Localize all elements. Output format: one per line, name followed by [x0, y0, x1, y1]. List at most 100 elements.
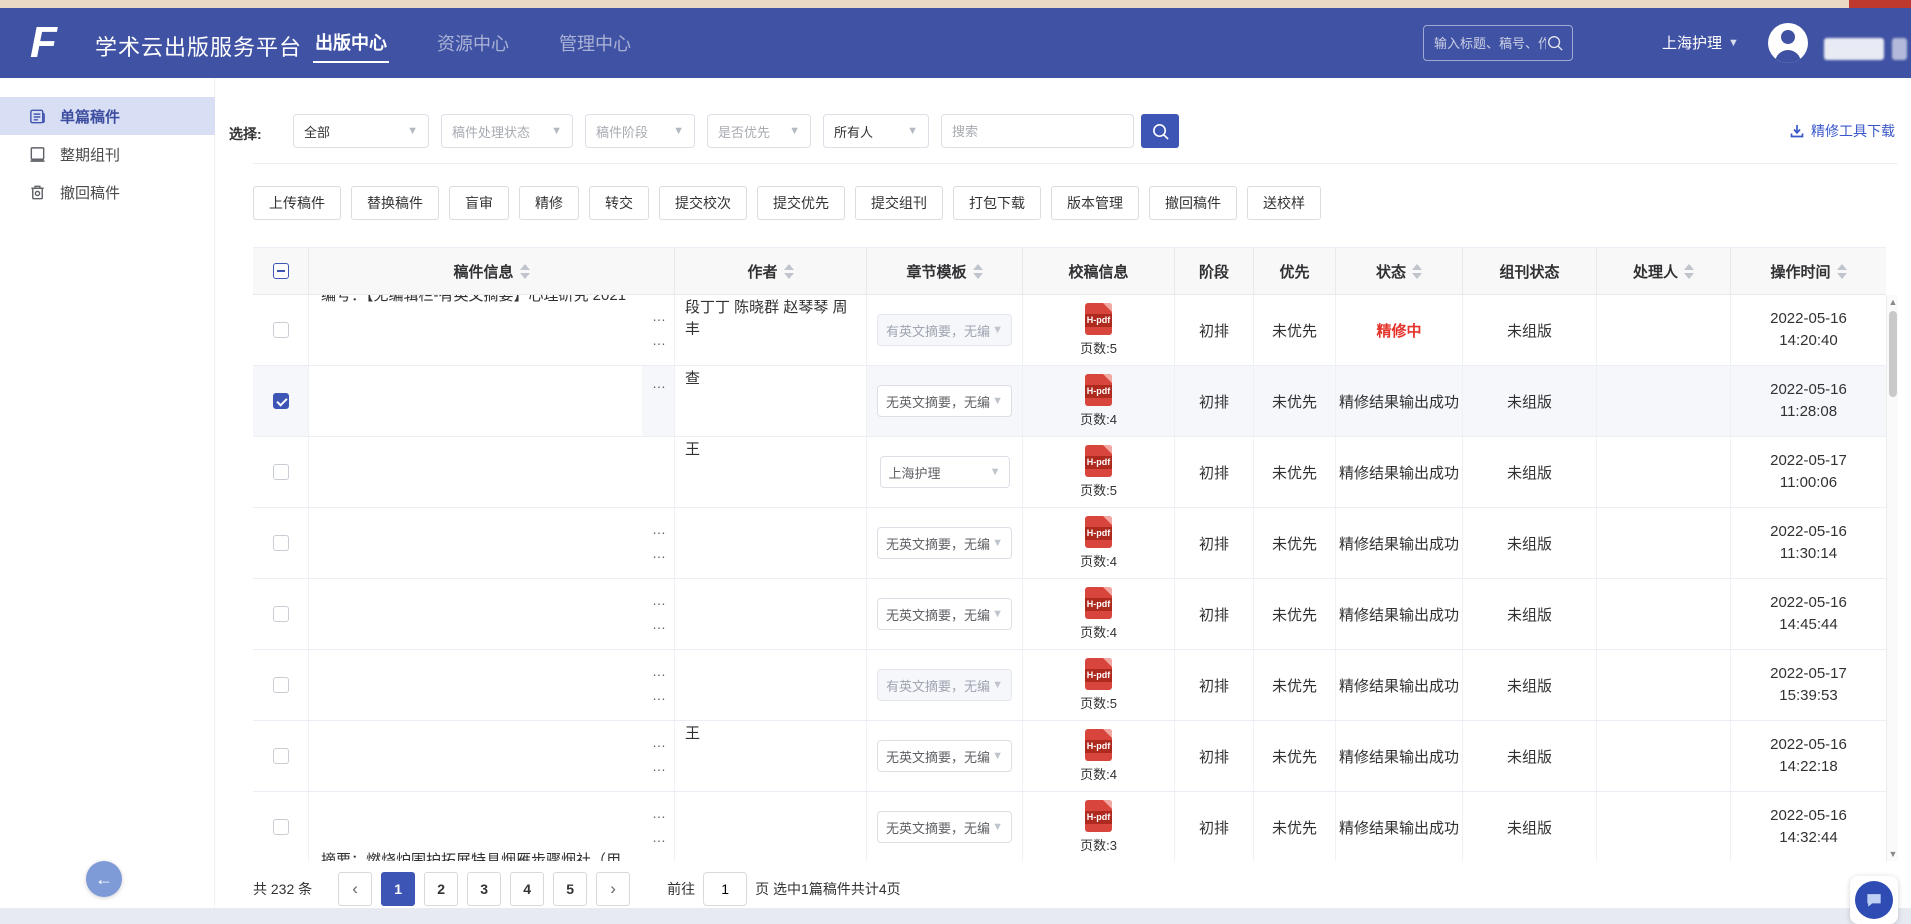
filter-search-input[interactable]	[941, 114, 1134, 148]
select-all-checkbox[interactable]	[273, 263, 289, 279]
goto-page-input[interactable]	[703, 872, 747, 906]
nav-item-1[interactable]: 出版中心	[313, 23, 389, 63]
action-button-5[interactable]: 转交	[589, 186, 649, 220]
chapter-template-select[interactable]: 无英文摘要，无编▼	[877, 811, 1012, 843]
sidebar-item-doc[interactable]: 单篇稿件	[0, 97, 215, 135]
action-button-3[interactable]: 盲审	[449, 186, 509, 220]
scroll-up-icon[interactable]: ▲	[1887, 297, 1899, 307]
row-checkbox[interactable]	[273, 819, 289, 835]
sort-caret-icon[interactable]	[973, 264, 983, 279]
action-button-11[interactable]: 撤回稿件	[1149, 186, 1237, 220]
chapter-template-select[interactable]: 无英文摘要，无编▼	[877, 527, 1012, 559]
author-fragment: 段丁丁 陈晓群 赵琴琴 周丰段	[685, 297, 860, 335]
page-button-4[interactable]: 4	[510, 872, 544, 906]
priority-cell-text: 未优先	[1272, 604, 1317, 625]
redaction-box	[675, 579, 866, 649]
sidebar-item-label: 撤回稿件	[60, 182, 120, 203]
chapter-template-select[interactable]: 无英文摘要，无编▼	[877, 385, 1012, 417]
sort-caret-icon[interactable]	[1837, 264, 1847, 279]
column-header-10[interactable]: 操作时间	[1731, 248, 1886, 294]
row-select-cell	[253, 295, 309, 365]
column-header-2[interactable]: 作者	[675, 248, 867, 294]
pdf-file-icon[interactable]: H-pdf	[1085, 587, 1112, 619]
action-button-7[interactable]: 提交优先	[757, 186, 845, 220]
nav-item-2[interactable]: 资源中心	[435, 24, 511, 62]
status-cell: 精修结果输出成功	[1336, 650, 1463, 720]
pdf-file-icon[interactable]: H-pdf	[1085, 445, 1112, 477]
page-button-5[interactable]: 5	[553, 872, 587, 906]
column-header-label: 操作时间	[1770, 261, 1830, 282]
sort-caret-icon[interactable]	[1684, 264, 1694, 279]
action-button-12[interactable]: 送校样	[1247, 186, 1321, 220]
org-switcher[interactable]: 上海护理 ▼	[1662, 32, 1739, 53]
action-button-4[interactable]: 精修	[519, 186, 579, 220]
chapter-template-value: 无英文摘要，无编	[886, 818, 990, 837]
user-avatar[interactable]	[1768, 23, 1808, 63]
status-cell: 精修中	[1336, 295, 1463, 365]
column-header-7[interactable]: 状态	[1336, 248, 1463, 294]
action-button-2[interactable]: 替换稿件	[351, 186, 439, 220]
pdf-file-icon[interactable]: H-pdf	[1085, 303, 1112, 335]
pdf-file-icon[interactable]: H-pdf	[1085, 800, 1112, 832]
pdf-file-icon[interactable]: H-pdf	[1085, 729, 1112, 761]
group-status-cell-text: 未组版	[1507, 462, 1552, 483]
table-scrollbar[interactable]: ▲ ▼	[1886, 295, 1898, 861]
prev-page-button[interactable]: ‹	[338, 872, 372, 906]
scroll-down-icon[interactable]: ▼	[1887, 849, 1899, 859]
filter-select-1[interactable]: 全部▼	[293, 114, 429, 148]
status-cell-text: 精修结果输出成功	[1339, 604, 1459, 625]
filter-select-5[interactable]: 所有人▼	[823, 114, 929, 148]
handler-cell	[1597, 295, 1731, 365]
filter-search-button[interactable]	[1141, 114, 1179, 148]
chat-bubble-icon	[1855, 881, 1893, 919]
page-count: 页数:4	[1080, 622, 1117, 641]
pdf-file-icon[interactable]: H-pdf	[1085, 516, 1112, 548]
redaction-box	[309, 437, 642, 507]
row-checkbox[interactable]	[273, 748, 289, 764]
page-button-3[interactable]: 3	[467, 872, 501, 906]
pdf-file-icon[interactable]: H-pdf	[1085, 658, 1112, 690]
page-button-1[interactable]: 1	[381, 872, 415, 906]
operation-time-cell: 2022-05-1614:20:40	[1731, 295, 1886, 365]
chat-widget-button[interactable]	[1850, 876, 1898, 924]
pdf-file-icon[interactable]: H-pdf	[1085, 374, 1112, 406]
filter-select-2[interactable]: 稿件处理状态▼	[441, 114, 573, 148]
row-checkbox[interactable]	[273, 606, 289, 622]
sort-caret-icon[interactable]	[520, 264, 530, 279]
column-header-3[interactable]: 章节模板	[867, 248, 1023, 294]
action-button-8[interactable]: 提交组刊	[855, 186, 943, 220]
app-title: 学术云出版服务平台	[95, 30, 302, 62]
chapter-template-select[interactable]: 无英文摘要，无编▼	[877, 598, 1012, 630]
column-header-1[interactable]: 稿件信息	[309, 248, 675, 294]
chapter-template-select[interactable]: 上海护理▼	[880, 456, 1010, 488]
row-checkbox[interactable]	[273, 677, 289, 693]
sidebar-item-book[interactable]: 整期组刊	[0, 135, 215, 173]
sort-caret-icon[interactable]	[1412, 264, 1422, 279]
row-checkbox[interactable]	[273, 535, 289, 551]
action-button-1[interactable]: 上传稿件	[253, 186, 341, 220]
sidebar-item-trash[interactable]: 撤回稿件	[0, 173, 215, 211]
chapter-template-select[interactable]: 无英文摘要，无编▼	[877, 740, 1012, 772]
action-button-9[interactable]: 打包下载	[953, 186, 1041, 220]
action-button-10[interactable]: 版本管理	[1051, 186, 1139, 220]
sort-caret-icon[interactable]	[784, 264, 794, 279]
select-all-header[interactable]	[253, 248, 309, 294]
nav-item-3[interactable]: 管理中心	[557, 24, 633, 62]
global-search-box[interactable]	[1423, 25, 1573, 61]
global-search-input[interactable]	[1434, 36, 1546, 51]
filter-select-3[interactable]: 稿件阶段▼	[585, 114, 695, 148]
page-buttons: 12345	[381, 872, 596, 906]
group-status-cell: 未组版	[1463, 366, 1597, 436]
next-page-button[interactable]: ›	[596, 872, 630, 906]
page-button-2[interactable]: 2	[424, 872, 458, 906]
row-checkbox[interactable]	[273, 322, 289, 338]
sidebar-item-label: 单篇稿件	[60, 106, 120, 127]
scrollbar-thumb[interactable]	[1889, 311, 1897, 397]
refine-tool-download-link[interactable]: 精修工具下载	[1789, 121, 1895, 141]
action-button-6[interactable]: 提交校次	[659, 186, 747, 220]
row-checkbox[interactable]	[273, 464, 289, 480]
row-checkbox[interactable]	[273, 393, 289, 409]
back-floating-button[interactable]: ←	[86, 861, 122, 897]
filter-select-4[interactable]: 是否优先▼	[707, 114, 811, 148]
column-header-9[interactable]: 处理人	[1597, 248, 1731, 294]
